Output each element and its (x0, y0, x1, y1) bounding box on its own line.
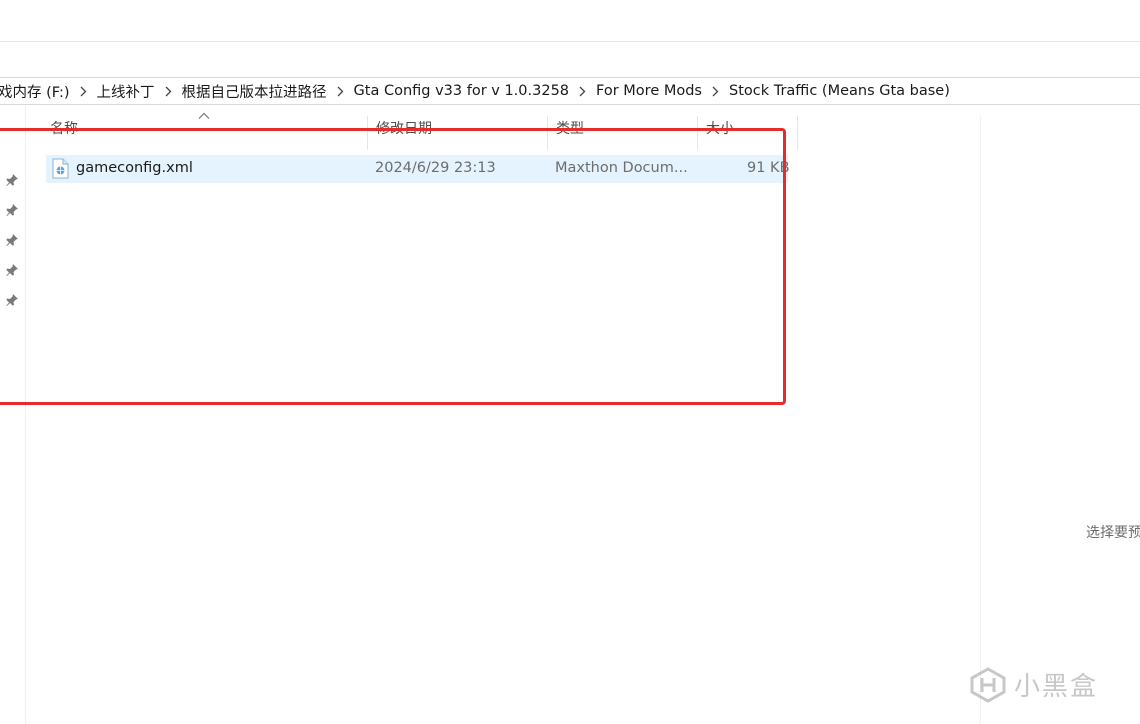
chevron-right-icon[interactable] (327, 86, 354, 97)
preview-pane-divider[interactable] (980, 116, 981, 724)
preview-pane-hint: 选择要预 (1086, 525, 1140, 541)
xiaoheihe-logo-icon (970, 666, 1006, 703)
column-divider[interactable] (797, 116, 798, 150)
watermark-text: 小黑盒 (1014, 672, 1099, 702)
watermark: 小黑盒 (968, 666, 1098, 703)
breadcrumb-drive[interactable]: 戏内存 (F:) (0, 81, 70, 102)
breadcrumb-more-mods[interactable]: For More Mods (596, 83, 702, 99)
red-highlight-box (0, 128, 786, 405)
breadcrumb[interactable]: 戏内存 (F:) 上线补丁 根据自己版本拉进路径 Gta Config v33 … (0, 77, 1140, 105)
chevron-right-icon[interactable] (569, 86, 596, 97)
breadcrumb-version-path[interactable]: 根据自己版本拉进路径 (182, 81, 327, 102)
breadcrumb-gta-config[interactable]: Gta Config v33 for v 1.0.3258 (354, 83, 570, 99)
sort-ascending-icon (198, 112, 210, 119)
chevron-right-icon[interactable] (155, 86, 182, 97)
breadcrumb-stock-traffic[interactable]: Stock Traffic (Means Gta base) (729, 83, 950, 99)
chevron-right-icon[interactable] (70, 86, 97, 97)
breadcrumb-patch[interactable]: 上线补丁 (97, 81, 155, 102)
chevron-right-icon[interactable] (702, 86, 729, 97)
ribbon-divider (0, 41, 1140, 42)
